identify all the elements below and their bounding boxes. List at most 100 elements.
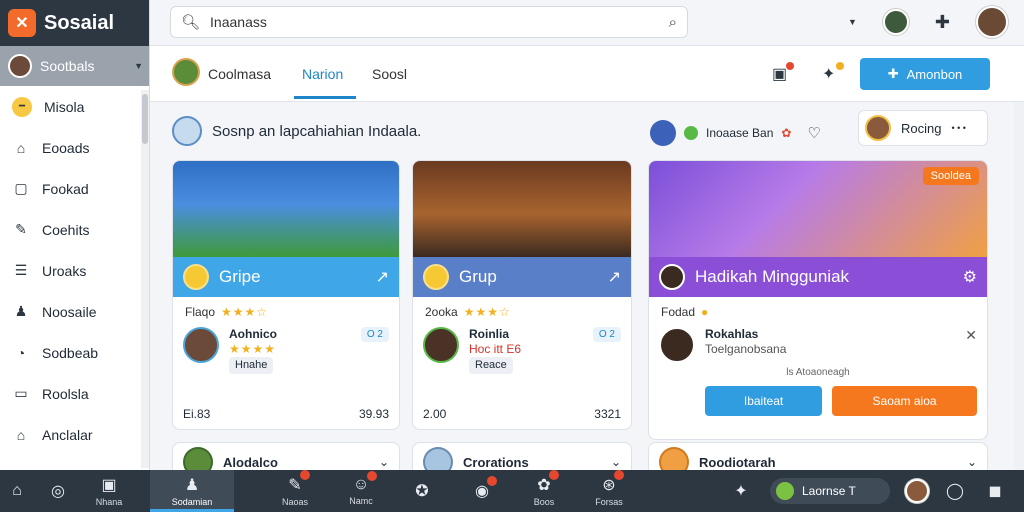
card-band: Gripe ↗: [173, 257, 399, 297]
member-name: Aohnico: [229, 327, 277, 341]
nav-people[interactable]: ☺ Namc: [338, 470, 384, 512]
tab-narion[interactable]: Narion: [302, 66, 343, 82]
globe-icon[interactable]: [650, 120, 676, 146]
sidebar-item-sodbeab[interactable]: ◔ Sodbeab: [0, 332, 149, 373]
megaphone-icon[interactable]: ✦: [822, 64, 835, 84]
tab-soosl[interactable]: Soosl: [372, 66, 407, 82]
share-icon[interactable]: ▣: [772, 64, 787, 84]
sidebar-item-uroaks[interactable]: ☰ Uroaks: [0, 250, 149, 291]
sidebar-item-roolsla[interactable]: ▭ Roolsla: [0, 373, 149, 414]
inbox-icon: ▣: [101, 477, 117, 494]
member-info: Rokahlas Toelganobsana: [705, 327, 786, 357]
card-title: Grup: [459, 267, 497, 286]
filter-label[interactable]: Inoaase Ban: [706, 126, 773, 140]
featured-tag[interactable]: Sooldea: [922, 167, 979, 185]
nav-apps[interactable]: ✦: [724, 470, 758, 512]
member-badge[interactable]: O 2: [592, 327, 621, 342]
blue-action-button[interactable]: Ibaiteat: [705, 386, 823, 416]
gift-icon[interactable]: ✿: [781, 126, 791, 140]
brand[interactable]: ✕ Sosaial: [0, 0, 149, 46]
search-submit-icon[interactable]: ⌕: [669, 14, 677, 31]
card-image: [413, 161, 631, 257]
filter-controls: Inoaase Ban ✿ ♡: [650, 120, 821, 146]
edit-icon[interactable]: ↗: [376, 267, 389, 287]
settings-icon[interactable]: ⚙: [963, 267, 977, 287]
prompt-text: Sosnp an lapcahiahian Indaala.: [212, 122, 422, 140]
tab-coolmasa[interactable]: Coolmasa: [208, 66, 271, 82]
coin-dot: [836, 62, 844, 70]
member-name: Roinlia: [469, 327, 510, 341]
chevron-down-icon[interactable]: ⌄: [379, 455, 389, 469]
sidebar-item-coehits[interactable]: ✎ Coehits: [0, 209, 149, 250]
sidebar-item-eooads[interactable]: ⌂ Eooads: [0, 127, 149, 168]
nav-home[interactable]: ⌂: [0, 470, 34, 512]
sidebar-item-noosaile[interactable]: ♟ Noosaile: [0, 291, 149, 332]
card-meta: 2ooka ★★★☆: [413, 297, 631, 319]
primary-action-button[interactable]: ✚ Amonbon: [860, 58, 990, 90]
caret-down-icon[interactable]: ▼: [134, 61, 143, 71]
member-row[interactable]: Roinlia Hoc itt E6 Reace O 2: [413, 319, 631, 374]
heart-icon[interactable]: ♡: [807, 124, 820, 142]
chevron-down-icon[interactable]: ⌄: [967, 455, 977, 469]
card-image: Sooldea: [649, 161, 987, 257]
plus-icon: ✚: [887, 66, 899, 81]
nav-message[interactable]: ◉: [460, 470, 504, 512]
featured-card[interactable]: Sooldea Hadikah Mingguniak ⚙ Fodad ● Rok…: [648, 160, 988, 440]
group-card[interactable]: Grup ↗ 2ooka ★★★☆ Roinlia Hoc itt E6 Rea…: [412, 160, 632, 430]
search-box[interactable]: 🔍︎ ⌕: [170, 6, 688, 38]
caret-down-icon[interactable]: ▼: [848, 17, 857, 27]
notification-badge: [299, 470, 310, 480]
sidebar-item-active[interactable]: Sootbals ▼: [0, 46, 149, 86]
notification-badge: [367, 471, 378, 481]
orange-action-button[interactable]: Saoam aioa: [832, 386, 977, 416]
sidebar-item-misola[interactable]: ━ Misola: [0, 86, 149, 127]
more-icon[interactable]: • • •: [951, 123, 965, 133]
composer-prompt[interactable]: Sosnp an lapcahiahian Indaala.: [172, 116, 421, 146]
nav-stop[interactable]: ◼: [978, 470, 1012, 512]
nav-compass[interactable]: ⊛ Forsas: [586, 470, 632, 512]
chat-icon: ✎: [288, 470, 310, 495]
card-icon: ▭: [14, 385, 28, 401]
member-badge[interactable]: O 2: [360, 327, 389, 342]
meta-label: Fodad: [661, 305, 696, 319]
member-row[interactable]: Rokahlas Toelganobsana ✕: [649, 319, 987, 363]
nav-avatar[interactable]: [900, 470, 934, 512]
member-row[interactable]: Aohnico ★★★★ Hnahe O 2: [173, 319, 399, 374]
avatar: [865, 115, 891, 141]
chat-bubble-icon: [172, 116, 202, 146]
search-icon: 🔍︎: [181, 14, 201, 31]
sidebar-item-anclalar[interactable]: ⌂ Anclalar: [0, 414, 149, 455]
nav-label: Sodamian: [171, 497, 213, 507]
sidebar-item-fookad[interactable]: ▢ Fookad: [0, 168, 149, 209]
puzzle-icon[interactable]: ✚: [935, 12, 950, 33]
nav-search[interactable]: ◎: [38, 470, 78, 512]
nav-circle[interactable]: ◯: [938, 470, 972, 512]
user-pill[interactable]: Rocing • • •: [858, 110, 988, 146]
card-footer: 2.00 3321: [423, 407, 621, 421]
group-avatar[interactable]: [172, 58, 200, 86]
group-card[interactable]: Gripe ↗ Flaqo ★★★☆ Aohnico ★★★★ Hnahe O …: [172, 160, 400, 430]
user-pill-name: Rocing: [901, 120, 942, 136]
x-logo-icon: ✕: [8, 9, 36, 37]
status-pill[interactable]: Laornse T: [770, 478, 890, 504]
sidebar-scrollbar[interactable]: [141, 90, 149, 468]
box-icon: ▢: [14, 180, 28, 196]
nav-messages[interactable]: ✎ Naoas: [272, 470, 318, 512]
nav-active[interactable]: ♟ Sodamian: [150, 470, 234, 512]
nav-globe[interactable]: ✪: [400, 470, 444, 512]
edit-icon[interactable]: ↗: [608, 267, 621, 287]
chevron-down-icon[interactable]: ⌄: [611, 455, 621, 469]
list-item-title: Roodiotarah: [699, 454, 776, 470]
nav-inbox[interactable]: ▣ Nhana: [86, 470, 132, 512]
card-image: [173, 161, 399, 257]
avatar[interactable]: [882, 9, 909, 35]
nav-leaf[interactable]: ✿ Boos: [522, 470, 566, 512]
member-sub: Toelganobsana: [705, 342, 787, 356]
search-input[interactable]: [210, 14, 659, 30]
scrollbar-thumb[interactable]: [142, 94, 148, 144]
profile-avatar[interactable]: [976, 6, 1008, 38]
nav-label: Boos: [533, 497, 555, 507]
nav-label: Forsas: [595, 497, 623, 507]
card-meta: Fodad ●: [649, 297, 987, 319]
close-icon[interactable]: ✕: [965, 327, 977, 344]
